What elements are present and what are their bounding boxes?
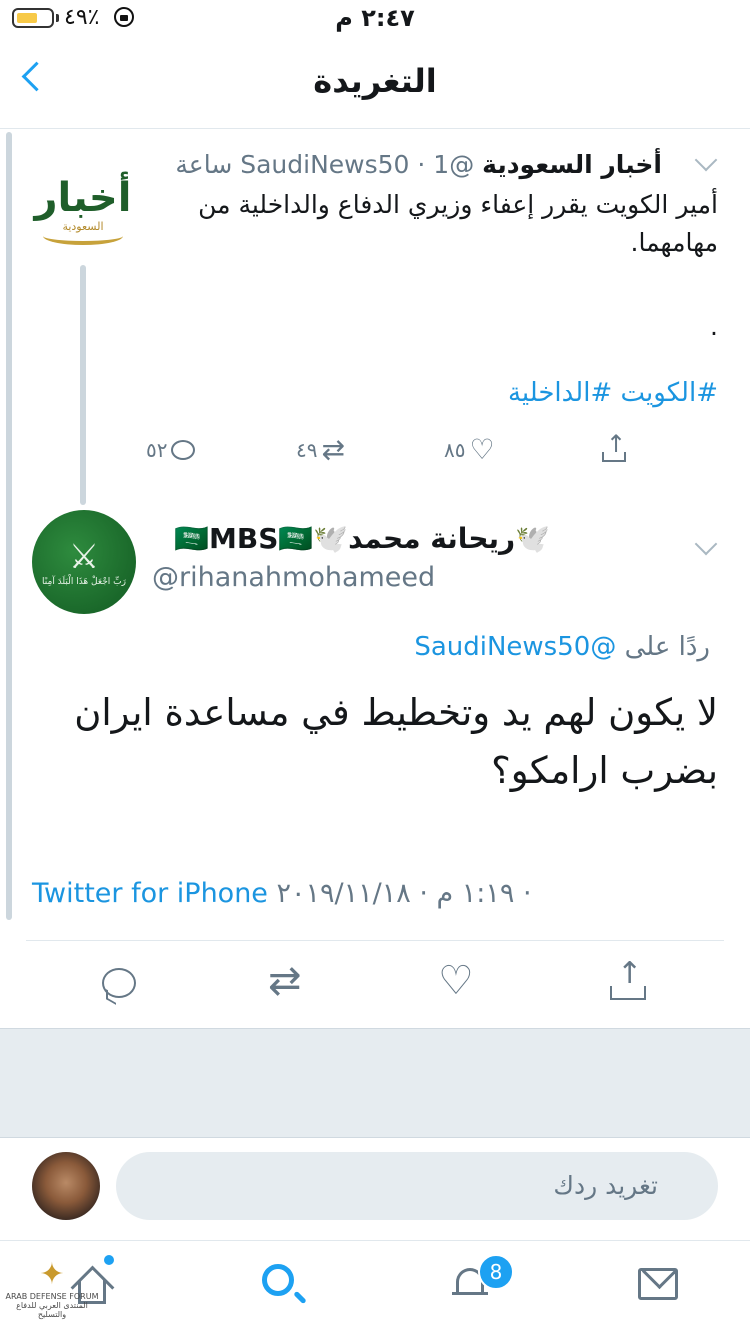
new-content-dot bbox=[104, 1255, 114, 1265]
watermark-line1: ARAB DEFENSE FORUM bbox=[5, 1292, 99, 1301]
like-action[interactable]: ٨٥ ♡ bbox=[444, 430, 495, 470]
retweet-action[interactable]: ٤٩ ⇄ bbox=[296, 430, 345, 470]
divider bbox=[26, 940, 724, 941]
nav-bar: التغريدة bbox=[0, 40, 750, 129]
mail-icon[interactable] bbox=[638, 1268, 678, 1300]
retweet-icon[interactable]: ⇄ bbox=[268, 958, 302, 1004]
avatar-logo-text: أخبار bbox=[34, 174, 132, 221]
eagle-icon: ✦ bbox=[39, 1257, 65, 1292]
hashtags-link[interactable]: #الكويت #الداخلية bbox=[508, 378, 718, 408]
share-icon[interactable] bbox=[608, 956, 650, 1002]
scroll-indicator bbox=[6, 132, 12, 920]
notifications-badge: 8 bbox=[478, 1254, 514, 1290]
avatar[interactable]: أخبار السعودية bbox=[28, 155, 138, 265]
replying-to: ردًا على @SaudiNews50 bbox=[414, 632, 710, 662]
author-name[interactable]: 🕊️ريحانة محمد🕊️🇸🇦MBS🇸🇦 bbox=[174, 522, 550, 555]
avatar[interactable] bbox=[32, 1152, 100, 1220]
retweet-icon: ⇄ bbox=[321, 433, 345, 466]
reply-icon bbox=[171, 440, 196, 460]
logo-swoosh bbox=[43, 227, 123, 245]
reply-count: ٥٢ bbox=[146, 438, 168, 462]
page-title: التغريدة bbox=[313, 62, 437, 100]
empty-area bbox=[0, 1028, 750, 1137]
reply-input[interactable]: تغريد ردك bbox=[116, 1152, 718, 1220]
tweet-text-dot: . bbox=[710, 312, 718, 341]
replying-to-mention[interactable]: @SaudiNews50 bbox=[414, 632, 616, 662]
watermark-logo: ✦ ARAB DEFENSE FORUM المنتدى العربي للدف… bbox=[4, 1258, 100, 1330]
author-handle[interactable]: @rihanahmohameed bbox=[152, 562, 435, 593]
avatar-text: رَبِّ اجْعَلْ هَذَا الْبَلَدَ آمِنًا bbox=[42, 577, 126, 587]
author-name[interactable]: أخبار السعودية bbox=[482, 150, 662, 179]
share-action[interactable] bbox=[600, 430, 628, 470]
watermark-line2: المنتدى العربي للدفاع والتسليح bbox=[16, 1301, 88, 1319]
tweet-timestamp: ١:١٩ م · ٢٠١٩/١١/١٨ · bbox=[276, 878, 532, 909]
avatar[interactable]: ⚔ رَبِّ اجْعَلْ هَذَا الْبَلَدَ آمِنًا bbox=[32, 510, 136, 614]
search-icon[interactable] bbox=[262, 1264, 294, 1296]
status-bar: ٤٩٪ ٢:٤٧ م bbox=[0, 0, 750, 40]
share-icon bbox=[600, 430, 628, 464]
heart-icon[interactable]: ♡ bbox=[438, 958, 474, 1004]
chevron-down-icon[interactable] bbox=[694, 148, 718, 172]
replying-to-label: ردًا على bbox=[624, 632, 710, 662]
retweet-count: ٤٩ bbox=[296, 438, 318, 462]
like-count: ٨٥ bbox=[444, 438, 466, 462]
emblem-icon: ⚔ bbox=[68, 537, 100, 577]
tweet-header: أخبار السعودية @SaudiNews50 · 1 ساعة bbox=[175, 150, 662, 179]
status-time: ٢:٤٧ م bbox=[335, 4, 415, 32]
tweet-text: أمير الكويت يقرر إعفاء وزيري الدفاع والد… bbox=[198, 190, 718, 257]
tweet-source-link[interactable]: Twitter for iPhone bbox=[32, 878, 268, 909]
reply-icon[interactable] bbox=[102, 968, 136, 998]
tweet-meta: Twitter for iPhone ١:١٩ م · ٢٠١٩/١١/١٨ · bbox=[32, 878, 532, 909]
reply-action[interactable]: ٥٢ bbox=[146, 430, 196, 470]
heart-icon: ♡ bbox=[469, 433, 495, 466]
tweet-text: لا يكون لهم يد وتخطيط في مساعدة ايران بض… bbox=[74, 691, 718, 792]
thread-connector bbox=[80, 265, 86, 505]
chevron-down-icon[interactable] bbox=[694, 532, 718, 556]
